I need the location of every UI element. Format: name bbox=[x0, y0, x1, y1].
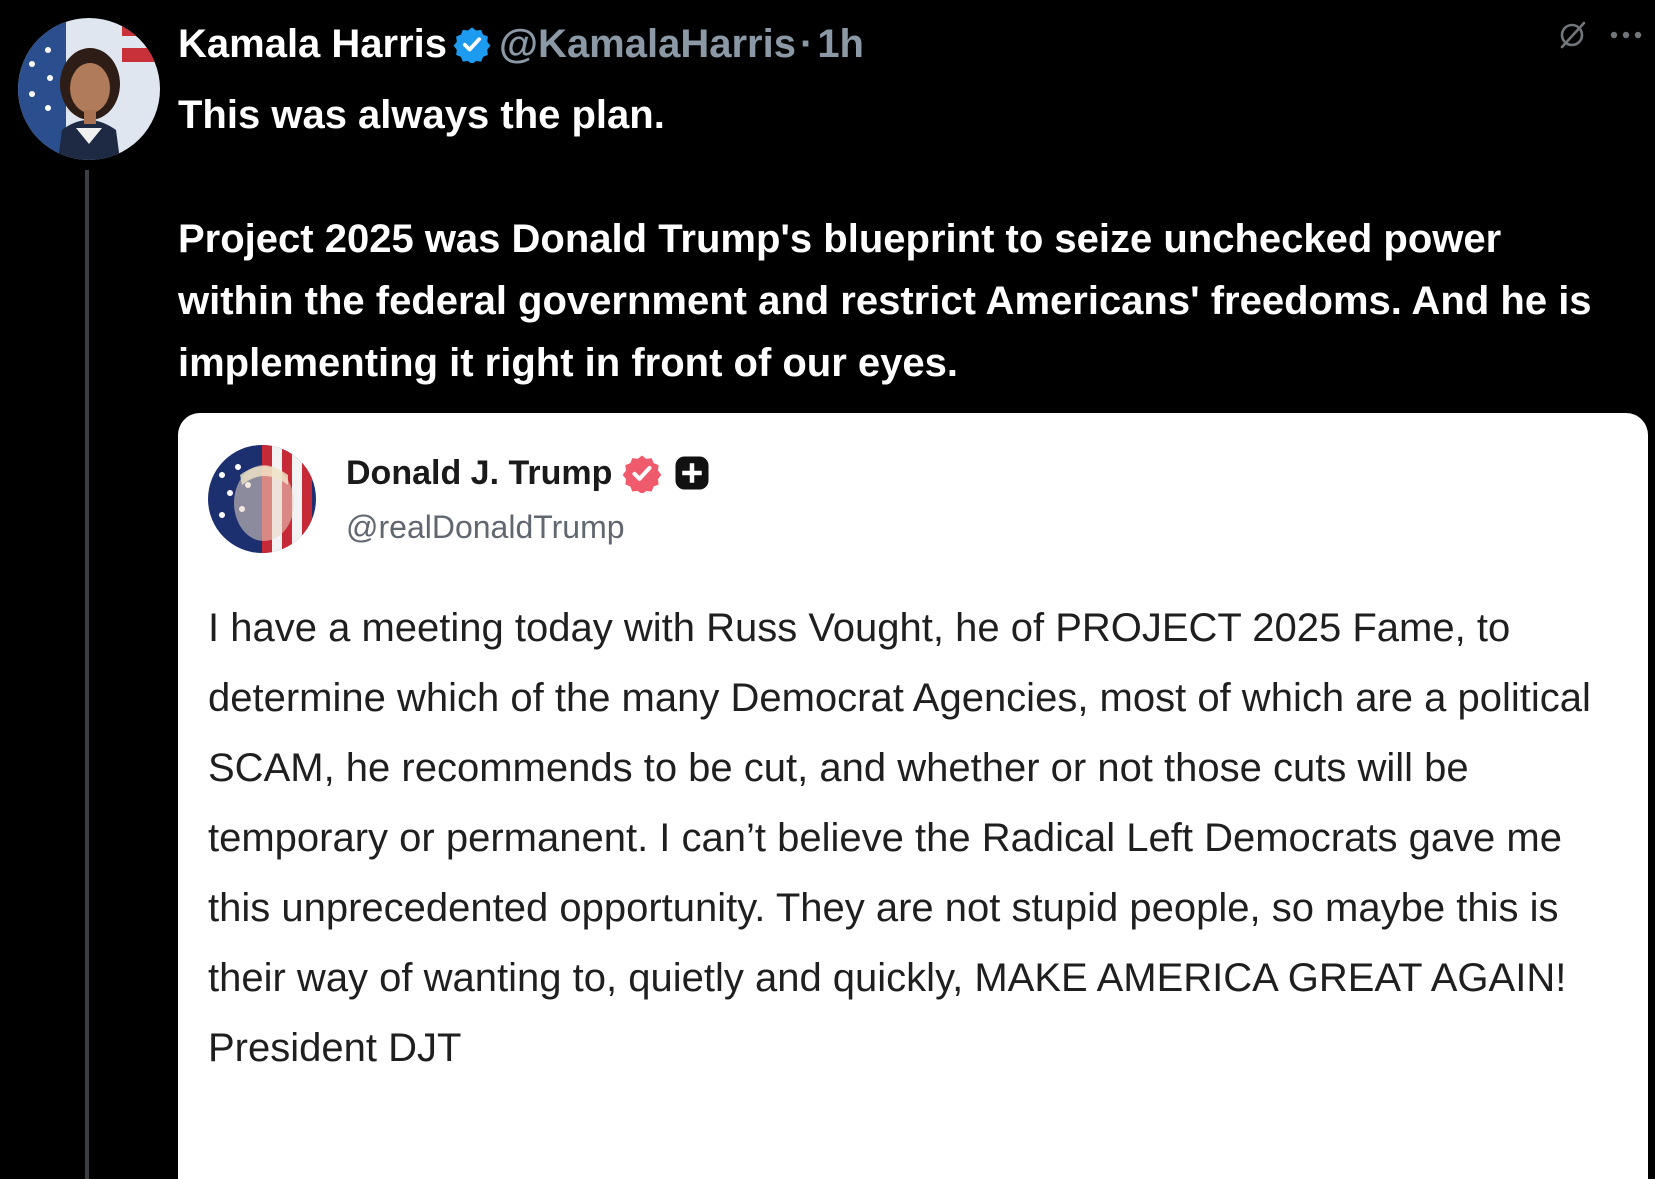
tweet-actions-top bbox=[1557, 20, 1643, 50]
timestamp[interactable]: 1h bbox=[817, 22, 864, 67]
author-avatar[interactable] bbox=[18, 18, 160, 160]
quote-header: Donald J. Trump bbox=[346, 453, 710, 493]
separator-dot: · bbox=[799, 21, 814, 66]
tweet-header: Kamala Harris @KamalaHarris · 1h bbox=[178, 14, 864, 74]
more-icon[interactable] bbox=[1609, 30, 1643, 40]
quote-avatar-image bbox=[208, 445, 316, 553]
plus-badge-icon bbox=[675, 456, 709, 490]
quote-author-name: Donald J. Trump bbox=[346, 453, 613, 492]
quoted-post-image[interactable]: Donald J. Trump @realDonaldTrump I have … bbox=[178, 413, 1648, 1179]
thread-line bbox=[85, 170, 89, 1179]
tweet[interactable]: Kamala Harris @KamalaHarris · 1h This wa… bbox=[0, 0, 1655, 1179]
verified-badge-icon[interactable] bbox=[453, 25, 491, 63]
quote-author-avatar bbox=[208, 445, 316, 553]
truth-verified-badge-icon bbox=[623, 455, 662, 493]
author-handle[interactable]: @KamalaHarris bbox=[499, 22, 796, 67]
author-name[interactable]: Kamala Harris bbox=[178, 22, 447, 67]
quote-text: I have a meeting today with Russ Vought,… bbox=[208, 606, 1591, 1070]
grok-icon[interactable] bbox=[1557, 20, 1587, 50]
tweet-text: This was always the plan. Project 2025 w… bbox=[178, 93, 1592, 385]
quote-author-handle: @realDonaldTrump bbox=[346, 509, 625, 545]
avatar-image bbox=[18, 18, 160, 160]
